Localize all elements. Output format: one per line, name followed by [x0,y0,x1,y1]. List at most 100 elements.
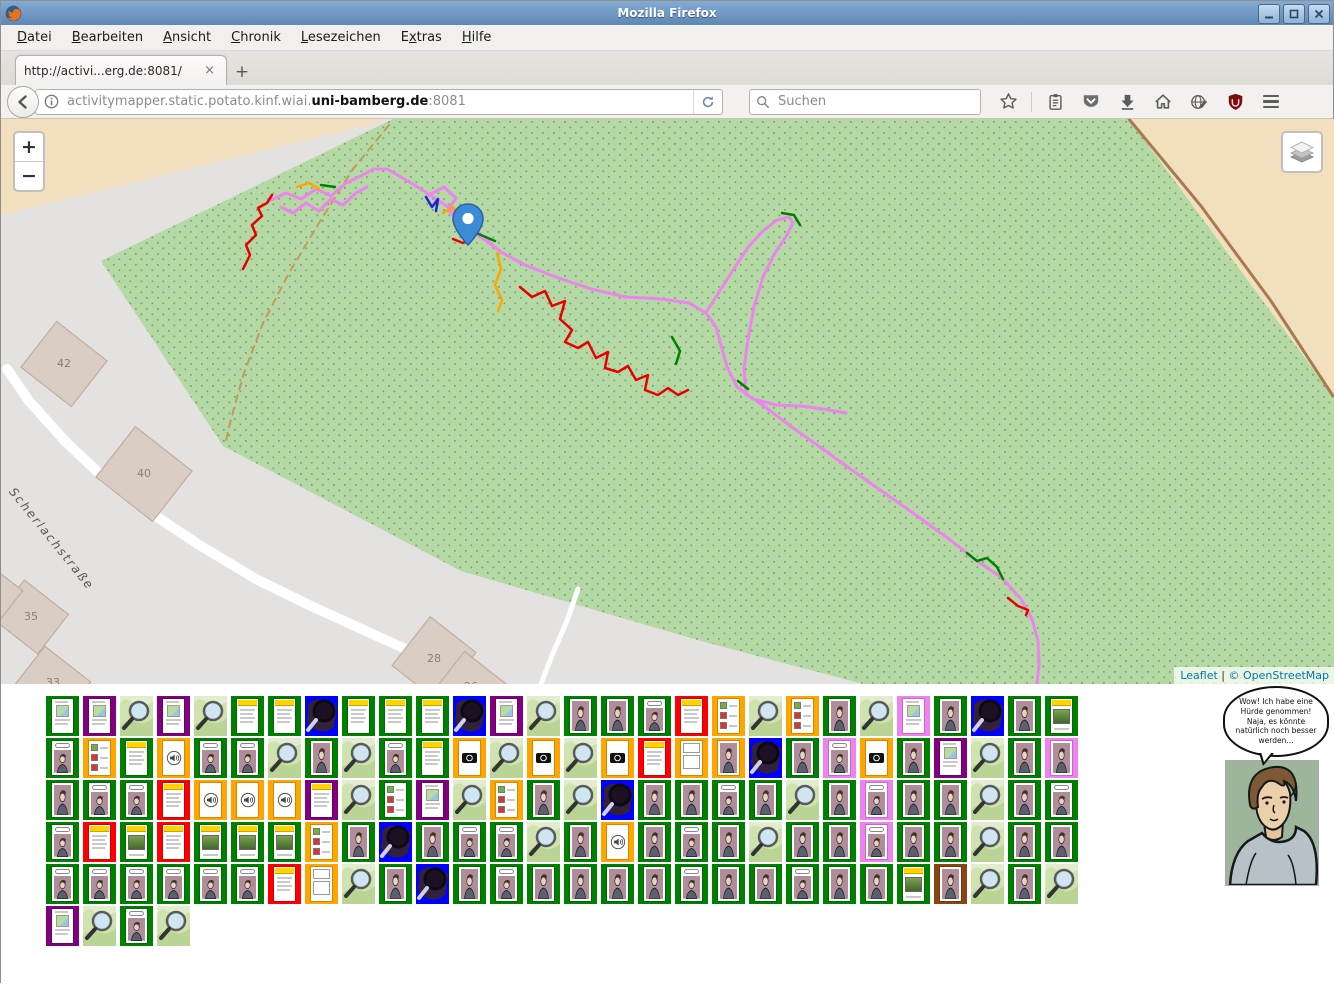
bookmark-star-button[interactable] [995,89,1021,115]
audio-thumbnail[interactable] [268,780,301,820]
map-magnifier-thumbnail[interactable] [342,780,375,820]
portrait-photo-thumbnail[interactable] [934,864,967,904]
portrait-chat-thumbnail[interactable] [675,822,708,862]
portrait-photo-thumbnail[interactable] [638,780,671,820]
portrait-chat-thumbnail[interactable] [490,864,523,904]
portrait-chat-thumbnail[interactable] [675,864,708,904]
portrait-chat-thumbnail[interactable] [453,822,486,862]
portrait-photo-thumbnail[interactable] [601,864,634,904]
portrait-photo-thumbnail[interactable] [712,864,745,904]
map-magnifier-dark-thumbnail[interactable] [416,864,449,904]
portrait-photo-thumbnail[interactable] [934,696,967,736]
map-magnifier-thumbnail[interactable] [453,780,486,820]
checklist-thumbnail[interactable] [490,780,523,820]
map-magnifier-dark-thumbnail[interactable] [601,780,634,820]
map-magnifier-thumbnail[interactable] [120,696,153,736]
map-magnifier-thumbnail[interactable] [971,738,1004,778]
portrait-photo-thumbnail[interactable] [1008,738,1041,778]
note-document-thumbnail[interactable] [268,696,301,736]
portrait-photo-thumbnail[interactable] [823,822,856,862]
document-thumbnail[interactable] [157,696,190,736]
document-thumbnail[interactable] [897,696,930,736]
tab-activitymapper[interactable]: http://activi...erg.de:8081/ × [15,55,227,85]
map-magnifier-thumbnail[interactable] [342,864,375,904]
portrait-chat-thumbnail[interactable] [231,738,264,778]
portrait-chat-thumbnail[interactable] [83,864,116,904]
portrait-photo-thumbnail[interactable] [1045,738,1078,778]
portrait-photo-thumbnail[interactable] [638,822,671,862]
map-magnifier-thumbnail[interactable] [490,738,523,778]
map-magnifier-thumbnail[interactable] [157,906,190,946]
document-thumbnail[interactable] [490,696,523,736]
zoom-in-button[interactable]: + [15,133,43,162]
portrait-chat-thumbnail[interactable] [83,780,116,820]
portrait-photo-thumbnail[interactable] [897,738,930,778]
checklist-thumbnail[interactable] [712,696,745,736]
ublock-button[interactable] [1222,89,1248,115]
document-thumbnail[interactable] [46,906,79,946]
menu-button[interactable] [1258,89,1284,115]
portrait-photo-thumbnail[interactable] [823,696,856,736]
portrait-chat-thumbnail[interactable] [786,864,819,904]
portrait-chat-thumbnail[interactable] [231,864,264,904]
portrait-photo-thumbnail[interactable] [416,822,449,862]
map-magnifier-dark-thumbnail[interactable] [749,738,782,778]
image-document-thumbnail[interactable] [268,822,301,862]
portrait-photo-thumbnail[interactable] [897,822,930,862]
portrait-photo-thumbnail[interactable] [342,822,375,862]
map-magnifier-dark-thumbnail[interactable] [305,696,338,736]
bookmarks-list-button[interactable] [1042,89,1068,115]
zoom-out-button[interactable]: − [15,162,43,190]
portrait-chat-thumbnail[interactable] [46,822,79,862]
portrait-chat-thumbnail[interactable] [120,906,153,946]
portrait-chat-thumbnail[interactable] [860,822,893,862]
note-document-thumbnail[interactable] [231,696,264,736]
leaflet-link[interactable]: Leaflet [1180,669,1217,682]
note-document-thumbnail[interactable] [638,738,671,778]
note-document-thumbnail[interactable] [416,738,449,778]
menu-hilfe[interactable]: Hilfe [452,27,502,48]
home-button[interactable] [1150,89,1176,115]
portrait-photo-thumbnail[interactable] [527,780,560,820]
map-magnifier-thumbnail[interactable] [194,696,227,736]
menu-chronik[interactable]: Chronik [221,27,291,48]
portrait-chat-thumbnail[interactable] [120,780,153,820]
portrait-photo-thumbnail[interactable] [934,780,967,820]
portrait-photo-thumbnail[interactable] [1008,822,1041,862]
url-bar[interactable]: activitymapper.static.potato.kinf.wiai.u… [35,89,723,115]
portrait-photo-thumbnail[interactable] [1008,696,1041,736]
document-thumbnail[interactable] [416,780,449,820]
note-document-thumbnail[interactable] [342,696,375,736]
tab-close-icon[interactable]: × [201,63,218,78]
portrait-chat-thumbnail[interactable] [46,864,79,904]
portrait-photo-thumbnail[interactable] [823,864,856,904]
map-magnifier-thumbnail[interactable] [342,738,375,778]
note-document-thumbnail[interactable] [416,696,449,736]
map-magnifier-thumbnail[interactable] [786,780,819,820]
portrait-photo-thumbnail[interactable] [453,864,486,904]
reload-button[interactable] [693,90,722,114]
portrait-chat-thumbnail[interactable] [712,780,745,820]
map-magnifier-thumbnail[interactable] [749,822,782,862]
search-input[interactable] [776,93,950,110]
minimize-button[interactable] [1258,4,1280,24]
audio-thumbnail[interactable] [194,780,227,820]
form-thumbnail[interactable] [675,738,708,778]
portrait-photo-thumbnail[interactable] [564,864,597,904]
portrait-chat-thumbnail[interactable] [490,822,523,862]
note-document-thumbnail[interactable] [379,696,412,736]
portrait-chat-thumbnail[interactable] [157,864,190,904]
checklist-thumbnail[interactable] [379,780,412,820]
form-thumbnail[interactable] [305,864,338,904]
map-magnifier-dark-thumbnail[interactable] [379,822,412,862]
portrait-chat-thumbnail[interactable] [638,696,671,736]
portrait-photo-thumbnail[interactable] [1008,864,1041,904]
map-magnifier-thumbnail[interactable] [527,696,560,736]
image-document-thumbnail[interactable] [231,822,264,862]
portrait-chat-thumbnail[interactable] [46,738,79,778]
portrait-photo-thumbnail[interactable] [638,864,671,904]
portrait-photo-thumbnail[interactable] [712,822,745,862]
portrait-photo-thumbnail[interactable] [749,780,782,820]
menu-datei[interactable]: Datei [7,27,62,48]
audio-thumbnail[interactable] [601,822,634,862]
